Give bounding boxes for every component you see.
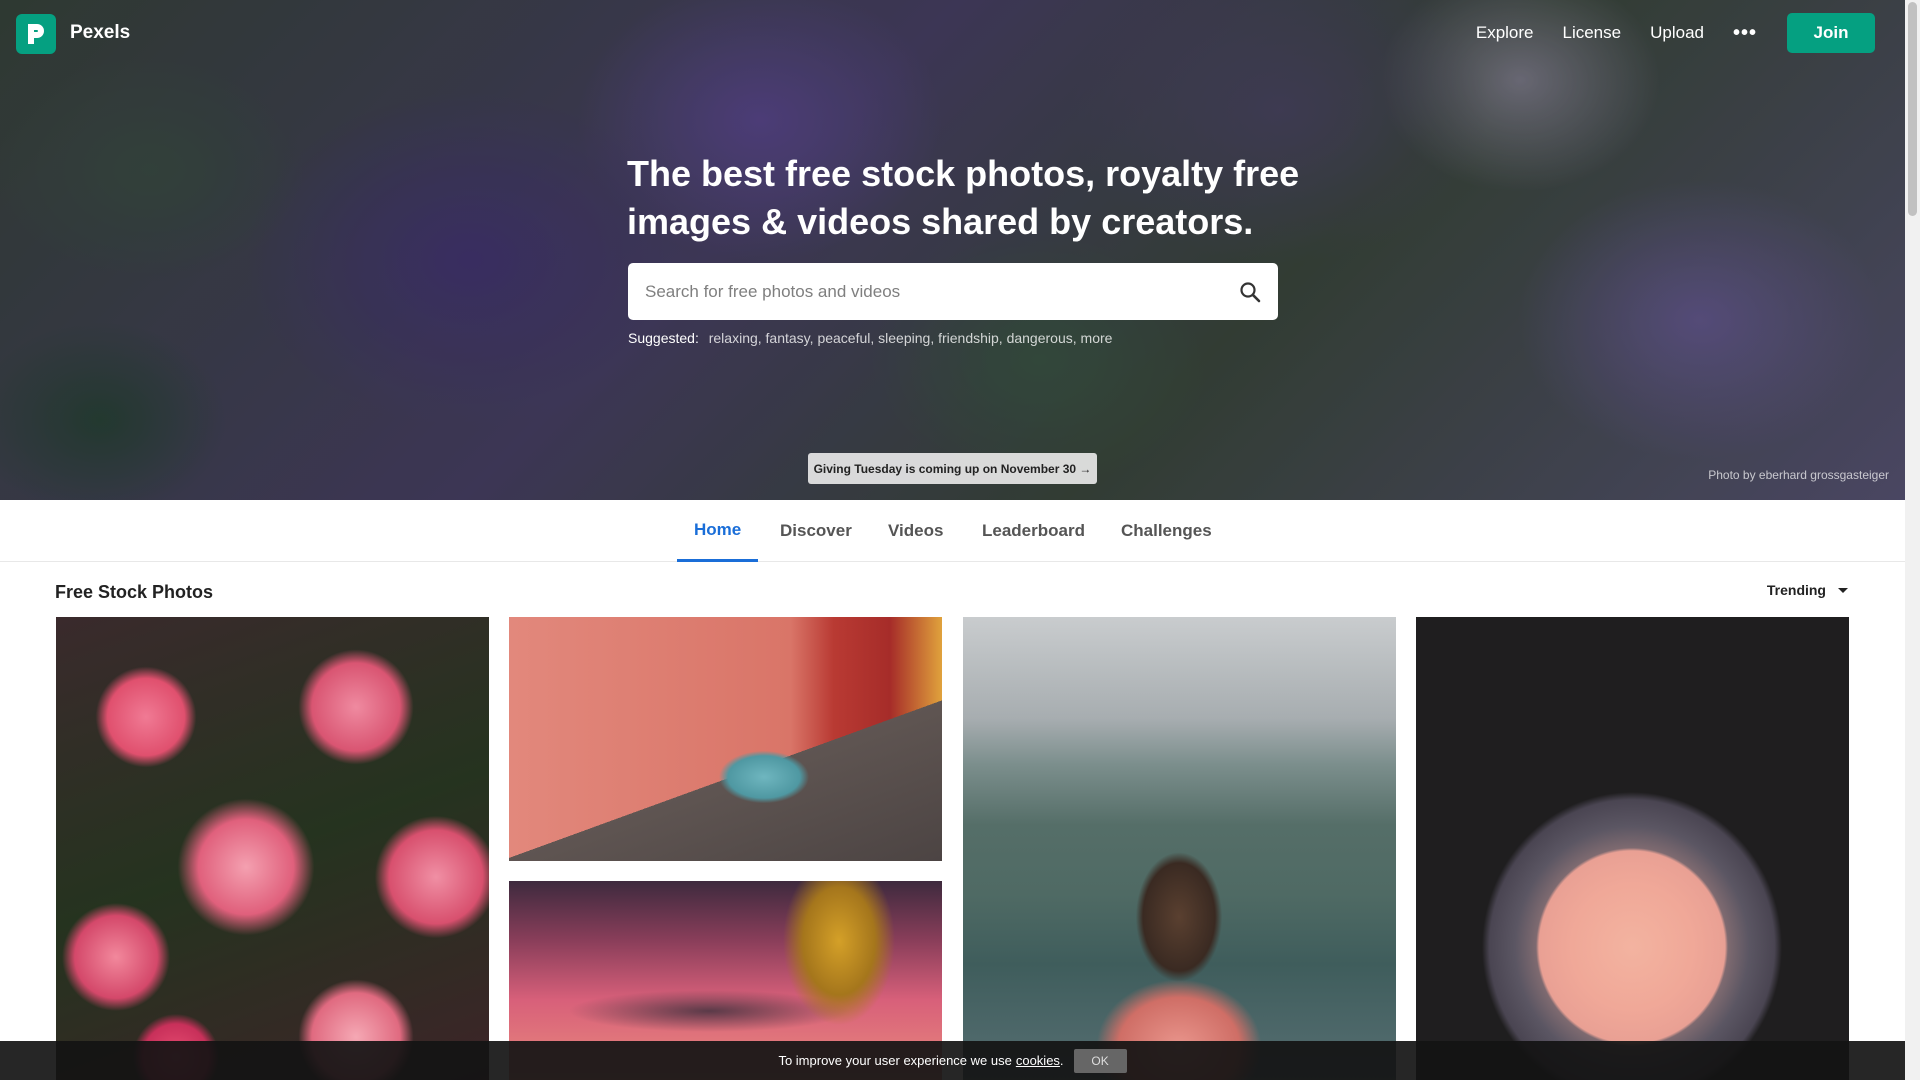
photo-card-peonies[interactable] xyxy=(56,617,489,1080)
tab-discover[interactable]: Discover xyxy=(763,500,869,562)
tab-videos[interactable]: Videos xyxy=(871,500,960,562)
hero-background-image xyxy=(0,0,1905,500)
nav-license-link[interactable]: License xyxy=(1563,23,1622,43)
nav-links: Explore License Upload ••• Join xyxy=(1476,13,1875,53)
cookies-link[interactable]: cookies xyxy=(1016,1053,1060,1068)
suggested-tag[interactable]: fantasy xyxy=(766,330,810,346)
suggested-tag[interactable]: peaceful xyxy=(817,330,870,346)
tab-challenges[interactable]: Challenges xyxy=(1104,500,1229,562)
cookie-consent-bar: To improve your user experience we use c… xyxy=(0,1041,1905,1080)
cookie-ok-button[interactable]: OK xyxy=(1073,1048,1127,1073)
photo-credit[interactable]: Photo by eberhard grossgasteiger xyxy=(1708,468,1889,482)
main-tabs: Home Discover Videos Leaderboard Challen… xyxy=(0,500,1905,562)
chevron-down-icon xyxy=(1838,587,1848,593)
sort-dropdown[interactable]: Trending xyxy=(1767,582,1848,598)
suggested-tag[interactable]: relaxing xyxy=(709,330,758,346)
search-icon[interactable] xyxy=(1238,280,1262,304)
cookie-text: To improve your user experience we use xyxy=(778,1053,1012,1068)
search-bar xyxy=(628,263,1278,320)
section-title: Free Stock Photos xyxy=(55,582,214,602)
hero-headline: The best free stock photos, royalty free… xyxy=(627,153,1300,242)
hero-banner: Pexels Explore License Upload ••• Join T… xyxy=(0,0,1905,500)
suggested-searches: Suggested: relaxing, fantasy, peaceful, … xyxy=(628,330,1113,346)
suggested-more-link[interactable]: more xyxy=(1081,330,1113,346)
nav-upload-link[interactable]: Upload xyxy=(1650,23,1704,43)
search-input[interactable] xyxy=(628,263,1218,320)
cookie-suffix: . xyxy=(1059,1053,1064,1068)
giving-tuesday-banner[interactable]: Giving Tuesday is coming up on November … xyxy=(808,453,1097,484)
sort-value: Trending xyxy=(1766,582,1826,598)
scrollbar-thumb[interactable] xyxy=(1908,2,1917,216)
join-button[interactable]: Join xyxy=(1787,13,1875,53)
nav-explore-link[interactable]: Explore xyxy=(1476,23,1534,43)
page-scrollbar[interactable] xyxy=(1905,0,1920,1080)
suggested-tag[interactable]: friendship xyxy=(938,330,999,346)
suggested-tag[interactable]: dangerous xyxy=(1007,330,1073,346)
photo-card-moon-telescope[interactable] xyxy=(1416,617,1849,1080)
more-options-icon[interactable]: ••• xyxy=(1733,23,1757,43)
photo-card-beetle-car[interactable] xyxy=(509,617,942,861)
top-navigation: Pexels Explore License Upload ••• Join xyxy=(0,0,1905,66)
photo-card-mountain-hiker[interactable] xyxy=(963,617,1396,1080)
brand-name[interactable]: Pexels xyxy=(70,22,130,44)
tab-home[interactable]: Home xyxy=(677,500,759,562)
suggested-label: Suggested: xyxy=(628,330,699,346)
tab-leaderboard[interactable]: Leaderboard xyxy=(965,500,1102,562)
suggested-tag[interactable]: sleeping xyxy=(878,330,930,346)
pexels-logo-icon[interactable] xyxy=(16,14,56,54)
